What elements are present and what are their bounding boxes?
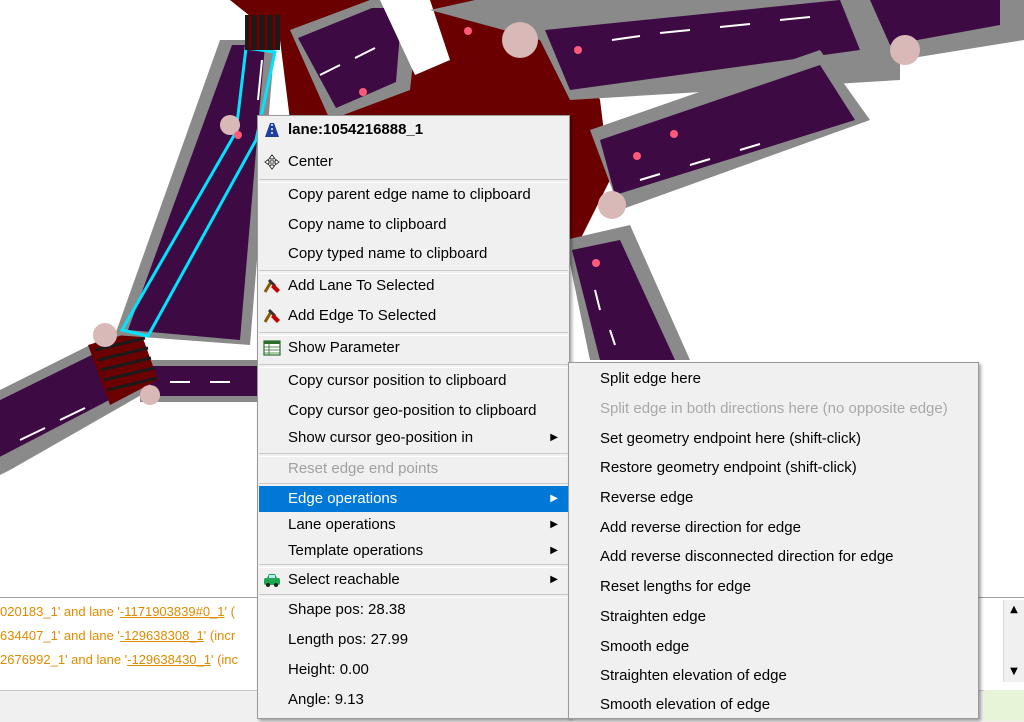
menu-lane-operations[interactable]: Lane operations ▶ [259,512,568,538]
menu-edge-operations[interactable]: Edge operations ▶ [259,486,568,512]
menu-copy-cursor-geo[interactable]: Copy cursor geo-position to clipboard [259,398,568,424]
chevron-right-icon: ▶ [550,493,558,504]
add-to-selection-icon [263,308,280,323]
menu-shape-pos: Shape pos: 28.38 [288,601,406,618]
car-icon [264,574,280,587]
submenu-restore-geometry[interactable]: Restore geometry endpoint (shift-click) [570,453,977,482]
chevron-right-icon: ▶ [550,519,558,530]
log-line: 020183_1' and lane '-1171903839#0_1' ( [0,604,235,619]
chevron-right-icon: ▶ [550,432,558,443]
menu-reset-edge-end[interactable]: Reset edge end points [259,456,568,482]
menu-add-edge-selected[interactable]: Add Edge To Selected [259,303,568,329]
menu-height: Height: 0.00 [288,661,369,678]
submenu-split-both[interactable]: Split edge in both directions here (no o… [570,394,977,423]
submenu-reset-lengths[interactable]: Reset lengths for edge [570,572,977,601]
lane-icon [265,123,279,137]
log-scrollbar[interactable]: ▲ ▼ [1003,600,1024,682]
add-to-selection-icon [263,278,280,293]
edge-operations-submenu: Split edge here Split edge in both direc… [568,362,979,719]
scroll-up-icon[interactable]: ▲ [1006,602,1022,618]
log-lane-link[interactable]: -129638430_1 [127,652,211,667]
menu-length-pos: Length pos: 27.99 [288,631,409,648]
menu-show-parameter[interactable]: Show Parameter [259,335,568,361]
status-indicator [984,690,1024,721]
menu-copy-cursor-position[interactable]: Copy cursor position to clipboard [259,368,568,394]
context-menu: lane:1054216888_1 Center Copy parent edg… [257,115,570,719]
menu-angle: Angle: 9.13 [288,691,364,708]
submenu-add-reverse-disconnected[interactable]: Add reverse disconnected direction for e… [570,542,977,571]
menu-center[interactable]: Center [259,149,568,175]
log-line: 2676992_1' and lane '-129638430_1' (inc [0,652,239,667]
log-lane-link[interactable]: -1171903839#0_1 [120,604,225,619]
submenu-straighten-elevation[interactable]: Straighten elevation of edge [570,661,977,690]
chevron-right-icon: ▶ [550,574,558,585]
log-lane-link[interactable]: -129638308_1 [120,628,204,643]
menu-title-lane[interactable]: lane:1054216888_1 [259,117,568,143]
menu-add-lane-selected[interactable]: Add Lane To Selected [259,273,568,299]
menu-copy-parent-edge[interactable]: Copy parent edge name to clipboard [259,182,568,208]
submenu-smooth-elevation[interactable]: Smooth elevation of edge [570,690,977,719]
scroll-down-icon[interactable]: ▼ [1006,664,1022,680]
move-arrows-icon [264,154,280,170]
menu-show-cursor-geo[interactable]: Show cursor geo-position in ▶ [259,425,568,451]
submenu-straighten[interactable]: Straighten edge [570,602,977,631]
menu-copy-typed-name[interactable]: Copy typed name to clipboard [259,241,568,267]
parameter-table-icon [263,340,281,356]
submenu-split-edge[interactable]: Split edge here [570,364,977,393]
submenu-reverse-edge[interactable]: Reverse edge [570,483,977,512]
submenu-smooth[interactable]: Smooth edge [570,632,977,661]
chevron-right-icon: ▶ [550,545,558,556]
menu-template-operations[interactable]: Template operations ▶ [259,538,568,564]
menu-select-reachable[interactable]: Select reachable ▶ [259,567,568,593]
log-line: 634407_1' and lane '-129638308_1' (incr [0,628,236,643]
submenu-add-reverse[interactable]: Add reverse direction for edge [570,513,977,542]
menu-copy-name[interactable]: Copy name to clipboard [259,212,568,238]
submenu-set-geometry[interactable]: Set geometry endpoint here (shift-click) [570,424,977,453]
